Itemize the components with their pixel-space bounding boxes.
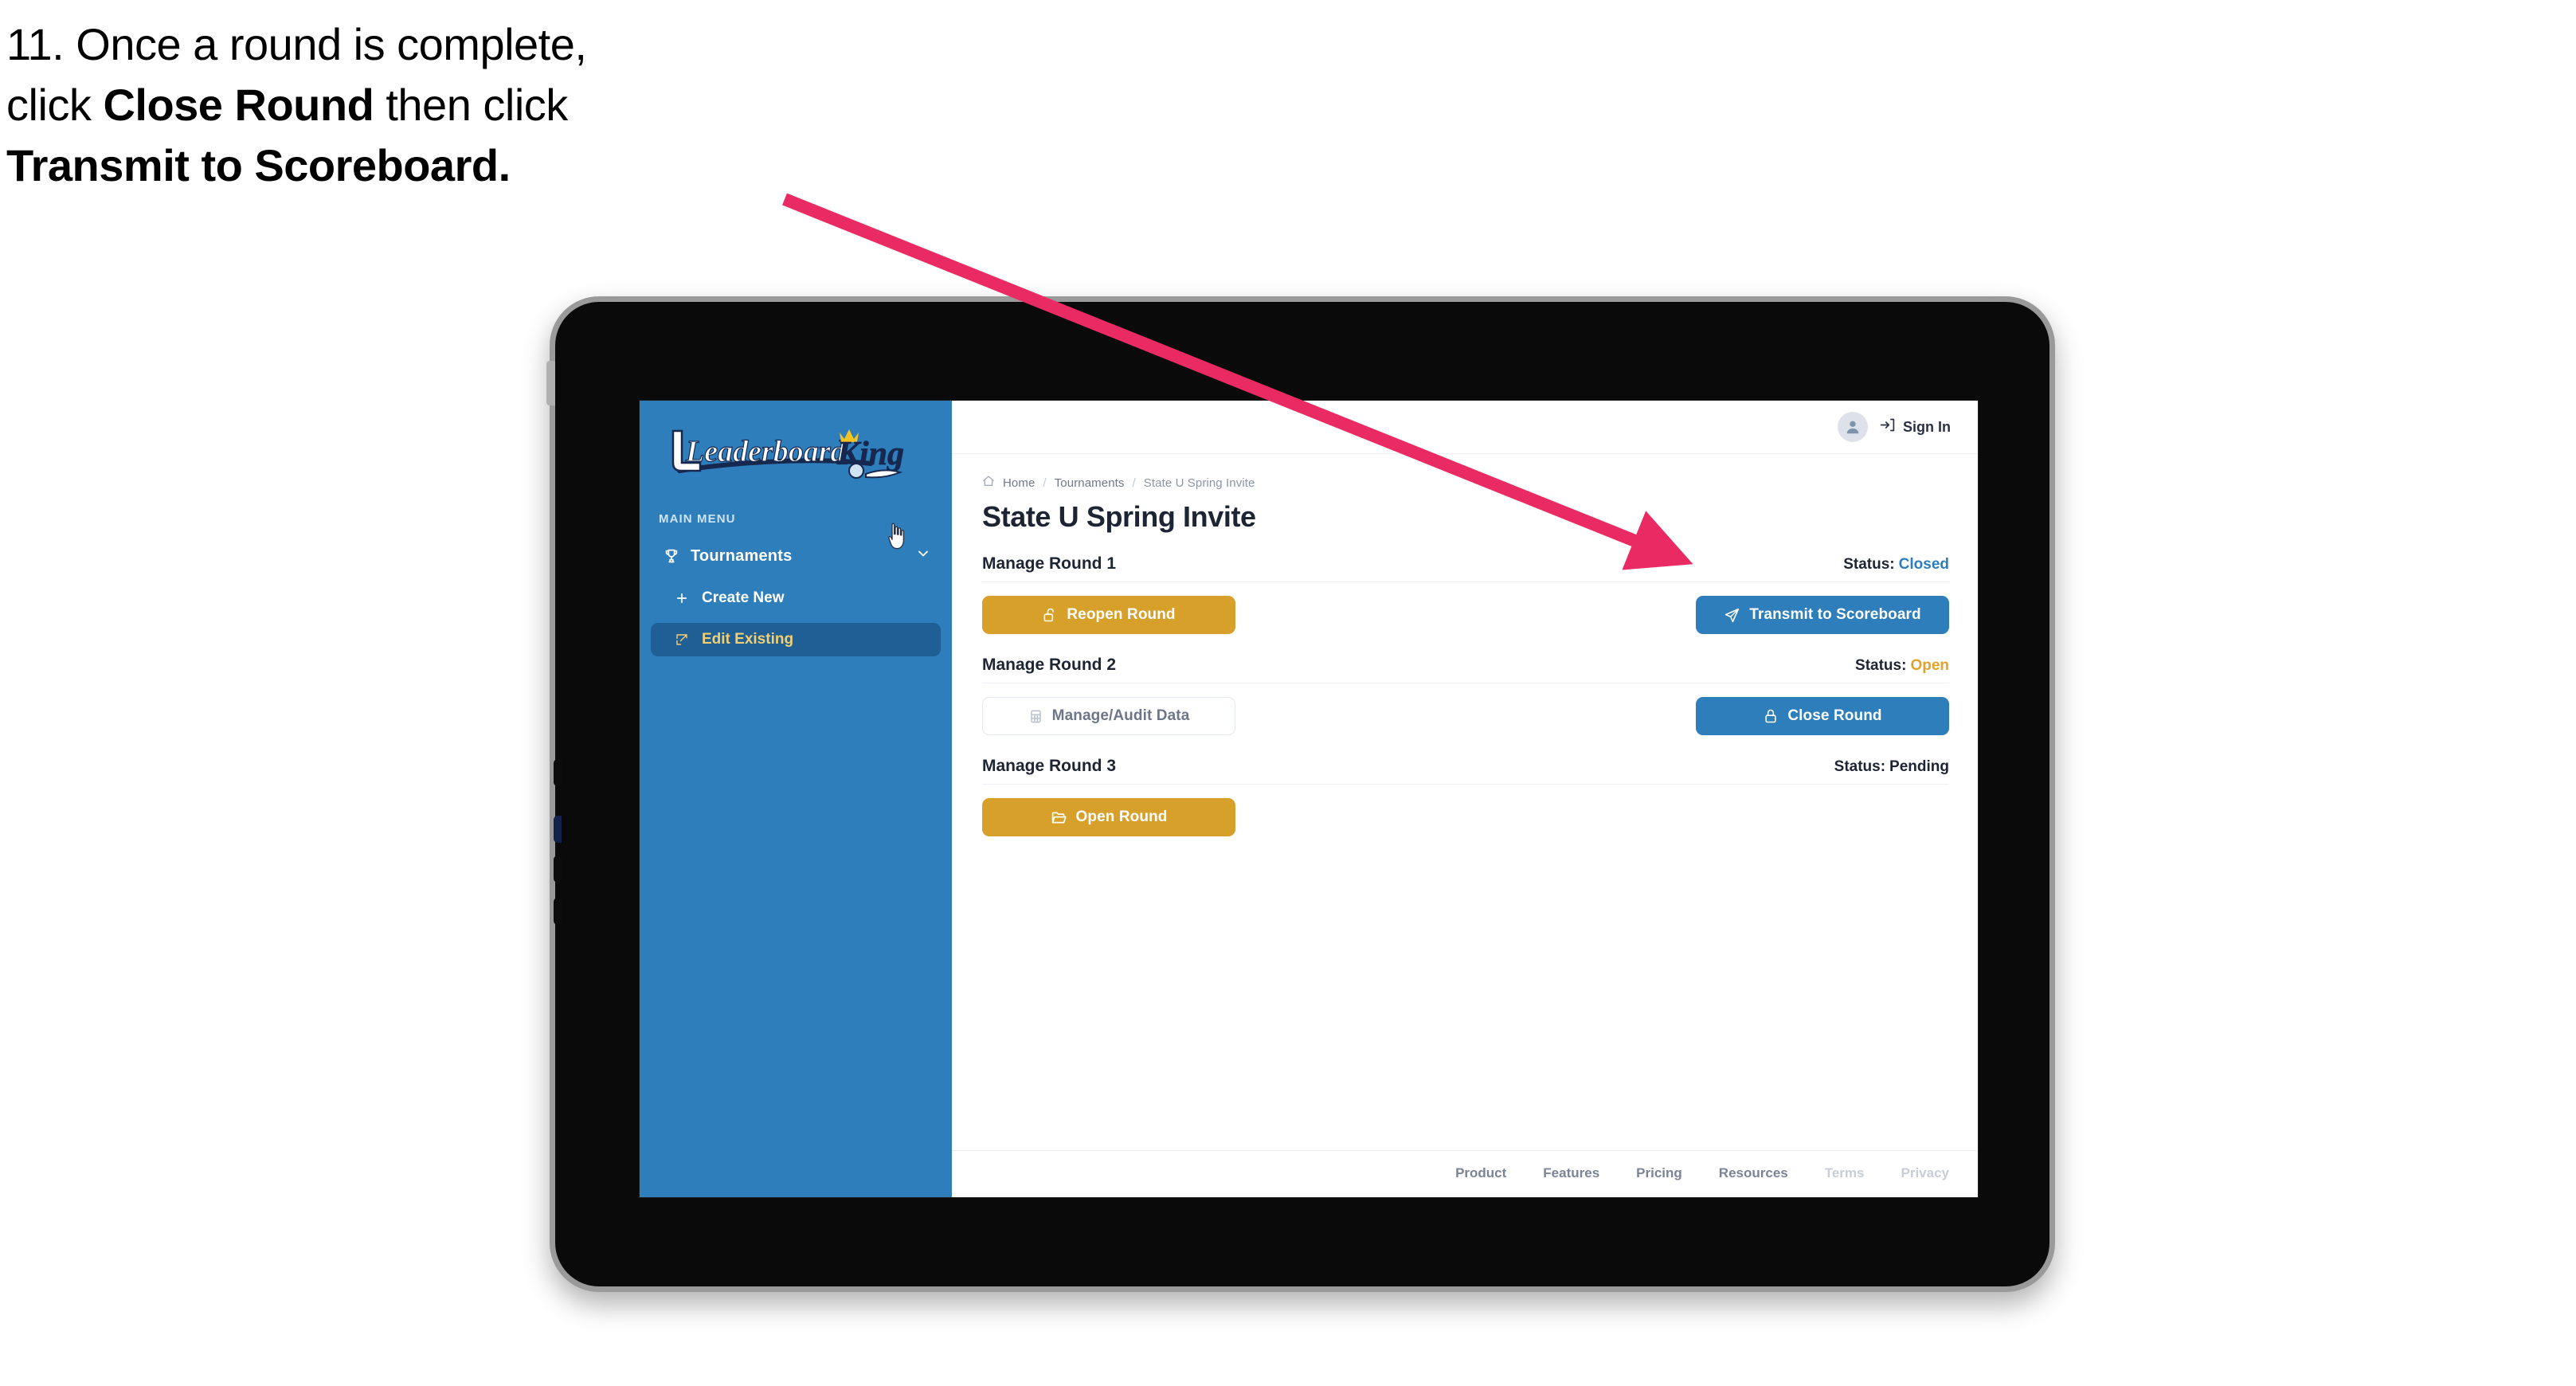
volume-button-a[interactable] [554,759,562,786]
round-3-header: Manage Round 3 Status: Pending [982,757,1949,785]
round-2-status-value: Open [1910,657,1949,674]
round-3-status: Status: Pending [1834,758,1949,776]
breadcrumb-item-current: State U Spring Invite [1143,476,1255,490]
page-content: Home / Tournaments / State U Spring Invi… [952,454,1978,1150]
reopen-round-label: Reopen Round [1067,606,1176,623]
footer-link-resources[interactable]: Resources [1719,1165,1788,1181]
footer-link-features[interactable]: Features [1543,1165,1599,1181]
round-3-actions: Open Round [982,797,1949,837]
top-bar: Sign In [952,401,1978,454]
breadcrumb-separator-2: / [1132,476,1136,490]
plus-icon [671,591,692,605]
paper-plane-icon [1724,607,1740,624]
round-1-name: Manage Round 1 [982,554,1117,573]
breadcrumb-item-tournaments[interactable]: Tournaments [1055,476,1125,490]
instruction-text-2-post: then click [374,80,568,131]
instruction-caption: 11. Once a round is complete, click Clos… [6,14,883,196]
sign-in-button[interactable]: Sign In [1879,417,1951,437]
unlock-icon [1042,607,1058,623]
manage-audit-data-label: Manage/Audit Data [1051,707,1190,724]
instruction-number: 11. [6,19,65,69]
open-round-label: Open Round [1075,808,1168,825]
round-1-header: Manage Round 1 Status: Closed [982,554,1949,582]
round-2-name: Manage Round 2 [982,656,1117,674]
sidebar-item-create-new[interactable]: Create New [651,581,941,615]
footer-link-terms[interactable]: Terms [1825,1165,1865,1181]
round-block-2: Manage Round 2 Status: Open Manage/Audit… [982,656,1949,736]
brand-word-two: King [836,436,904,472]
instruction-line-1: 11. Once a round is complete, [6,14,883,75]
instruction-line-2: click Close Round then click [6,75,883,135]
pencil-square-icon [671,632,692,647]
table-grid-icon [1028,709,1043,724]
instruction-bold-transmit: Transmit to Scoreboard. [6,140,511,191]
round-block-3: Manage Round 3 Status: Pending Open Roun… [982,757,1949,837]
sign-in-label: Sign In [1903,418,1951,435]
breadcrumb: Home / Tournaments / State U Spring Invi… [982,475,1949,491]
round-block-1: Manage Round 1 Status: Closed Reopen Rou… [982,554,1949,635]
volume-button-d[interactable] [554,898,562,925]
volume-button-c[interactable] [554,855,562,883]
breadcrumb-separator-1: / [1043,476,1047,490]
sidebar: Leaderboard King MAIN MENU Tournaments C… [640,401,952,1197]
main-area: Sign In Home / Tournaments / State U Spr… [952,401,1978,1197]
round-2-actions: Manage/Audit Data Close Round [982,696,1949,736]
round-2-header: Manage Round 2 Status: Open [982,656,1949,683]
open-round-button[interactable]: Open Round [982,798,1235,836]
avatar[interactable] [1838,412,1868,442]
manage-audit-data-button[interactable]: Manage/Audit Data [982,697,1235,735]
breadcrumb-item-home[interactable]: Home [1003,476,1035,490]
page-title: State U Spring Invite [982,500,1256,533]
round-3-name: Manage Round 3 [982,757,1117,775]
tablet-device: Leaderboard King MAIN MENU Tournaments C… [546,296,2055,1292]
chevron-down-icon[interactable] [915,546,931,566]
home-icon[interactable] [982,475,995,491]
round-3-status-label: Status: [1834,758,1886,775]
transmit-to-scoreboard-label: Transmit to Scoreboard [1749,606,1921,623]
brand-word-one: Leaderboard [685,435,847,468]
power-button[interactable] [546,361,555,405]
close-round-button[interactable]: Close Round [1696,697,1949,735]
brand-logo[interactable]: Leaderboard King [657,421,912,488]
sidebar-item-create-new-label: Create New [702,589,785,606]
footer-link-privacy[interactable]: Privacy [1901,1165,1950,1181]
footer: Product Features Pricing Resources Terms… [952,1150,1978,1197]
close-round-label: Close Round [1787,707,1882,724]
round-1-status-label: Status: [1843,556,1895,573]
sidebar-item-tournaments-label: Tournaments [691,546,793,565]
sidebar-item-edit-existing[interactable]: Edit Existing [651,623,941,656]
transmit-to-scoreboard-button[interactable]: Transmit to Scoreboard [1696,596,1949,634]
folder-open-icon [1051,809,1067,826]
trophy-icon [660,547,683,565]
reopen-round-button[interactable]: Reopen Round [982,596,1235,634]
footer-link-pricing[interactable]: Pricing [1636,1165,1682,1181]
pointer-hand-cursor [888,523,905,550]
round-1-actions: Reopen Round Transmit to Scoreboard [982,595,1949,635]
instruction-text-1: Once a round is complete, [76,19,587,69]
round-1-status: Status: Closed [1843,556,1949,574]
round-2-status: Status: Open [1855,657,1949,675]
footer-link-product[interactable]: Product [1455,1165,1506,1181]
tablet-screen: Leaderboard King MAIN MENU Tournaments C… [640,401,1978,1197]
lock-icon [1763,708,1779,724]
instruction-bold-close-round: Close Round [103,80,374,131]
sidebar-item-edit-existing-label: Edit Existing [702,631,794,648]
volume-button-b[interactable] [554,816,562,843]
round-2-status-label: Status: [1855,657,1907,674]
instruction-text-2-pre: click [6,80,104,131]
sign-in-icon [1879,417,1896,437]
instruction-line-3: Transmit to Scoreboard. [6,135,883,196]
round-1-status-value: Closed [1898,556,1949,573]
round-3-status-value: Pending [1889,758,1949,775]
